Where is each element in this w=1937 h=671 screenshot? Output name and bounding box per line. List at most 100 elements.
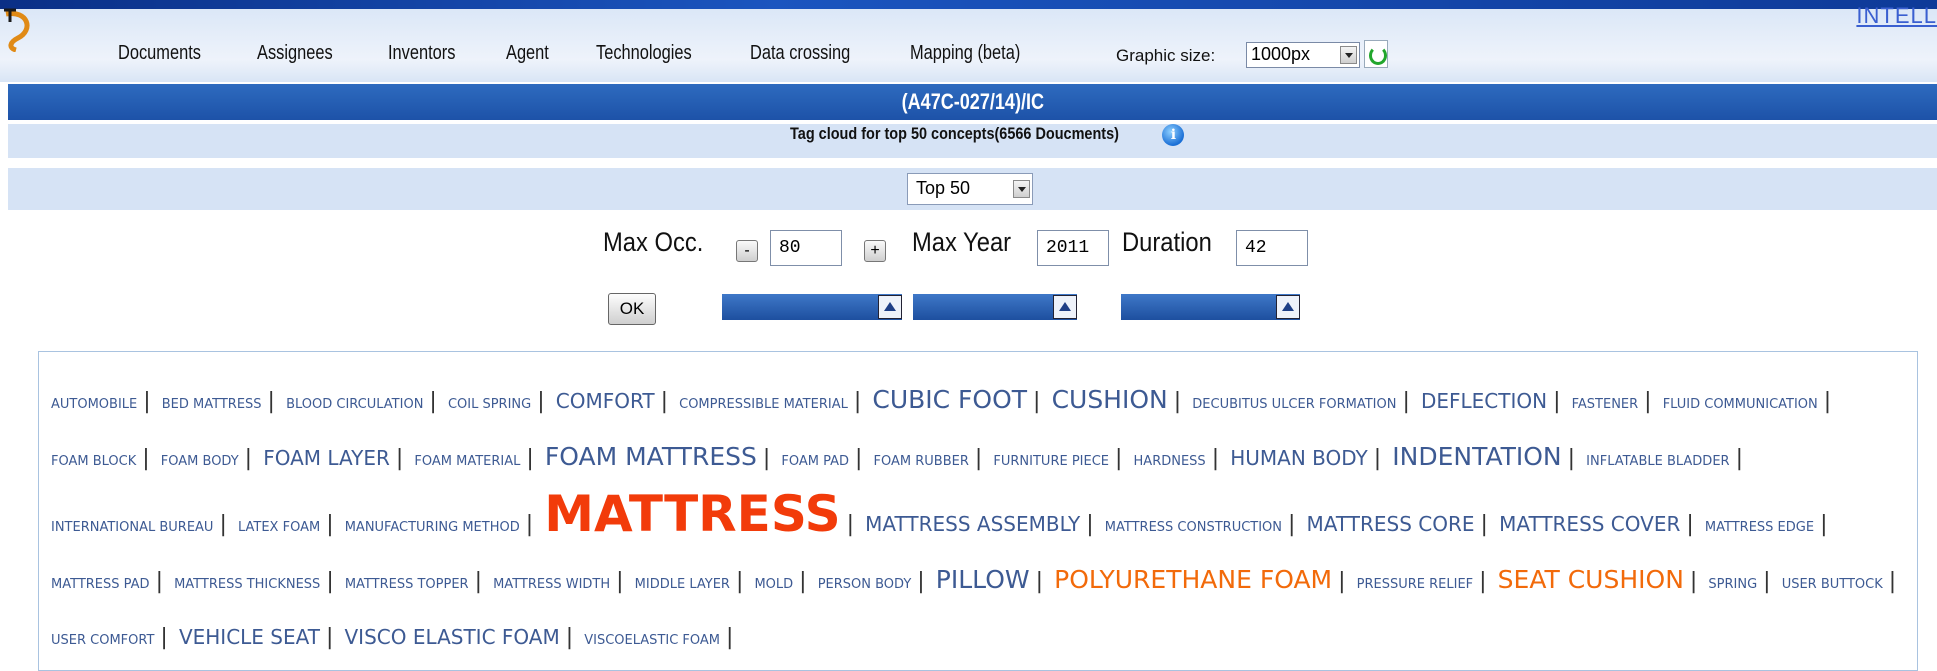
tag-link[interactable]: MIDDLE LAYER — [635, 577, 730, 592]
duration-slider[interactable] — [1121, 294, 1300, 320]
tag-separator: | — [325, 625, 334, 650]
tag-separator: | — [853, 389, 862, 414]
tag-link[interactable]: COMFORT — [556, 389, 655, 413]
tag-separator: | — [160, 625, 168, 650]
tag-separator: | — [1763, 569, 1771, 594]
tag-link[interactable]: MATTRESS ASSEMBLY — [865, 512, 1080, 536]
tag-link[interactable]: FOAM BLOCK — [51, 454, 136, 469]
tag-link[interactable]: MATTRESS — [544, 485, 840, 543]
tag-separator: | — [244, 446, 253, 471]
increment-button[interactable]: + — [864, 240, 886, 262]
tag-link[interactable]: MATTRESS THICKNESS — [174, 577, 320, 592]
tag-separator: | — [735, 569, 744, 594]
chevron-down-icon[interactable] — [1340, 46, 1357, 64]
main-nav: Documents Assignees Inventors Agent Tech… — [0, 42, 1937, 74]
tag-link[interactable]: VEHICLE SEAT — [179, 625, 320, 649]
tag-link[interactable]: CUBIC FOOT — [872, 385, 1027, 414]
duration-label: Duration — [1122, 227, 1212, 257]
tag-link[interactable]: MATTRESS WIDTH — [493, 577, 610, 592]
tag-link[interactable]: FOAM RUBBER — [874, 454, 969, 469]
tag-link[interactable]: MATTRESS EDGE — [1705, 520, 1814, 535]
tag-link[interactable]: FASTENER — [1572, 397, 1639, 412]
tag-link[interactable]: MATTRESS PAD — [51, 577, 150, 592]
tag-link[interactable]: LATEX FOAM — [238, 520, 320, 535]
slider-handle-icon[interactable] — [1276, 295, 1300, 319]
nav-mapping-beta[interactable]: Mapping (beta) — [910, 42, 1020, 65]
tag-link[interactable]: USER COMFORT — [51, 633, 154, 648]
tag-link[interactable]: FOAM BODY — [161, 454, 239, 469]
tag-link[interactable]: MOLD — [754, 577, 793, 592]
tag-separator: | — [267, 389, 275, 414]
tag-link[interactable]: VISCO ELASTIC FOAM — [345, 625, 560, 649]
tag-link[interactable]: FOAM MATTRESS — [545, 442, 757, 471]
tag-cloud-panel: AUTOMOBILE | BED MATTRESS | BLOOD CIRCULAT… — [38, 351, 1918, 671]
duration-input[interactable]: 42 — [1236, 230, 1308, 266]
chevron-down-icon[interactable] — [1013, 180, 1030, 198]
tag-link[interactable]: PERSON BODY — [818, 577, 912, 592]
tag-link[interactable]: INDENTATION — [1392, 442, 1561, 471]
tag-link[interactable]: AUTOMOBILE — [51, 397, 137, 412]
tag-link[interactable]: FURNITURE PIECE — [993, 454, 1109, 469]
tag-link[interactable]: FOAM MATERIAL — [414, 454, 520, 469]
tag-link[interactable]: COIL SPRING — [448, 397, 531, 412]
tag-link[interactable]: MATTRESS CONSTRUCTION — [1105, 520, 1282, 535]
max-year-input[interactable]: 2011 — [1037, 230, 1109, 266]
tag-link[interactable]: PRESSURE RELIEF — [1357, 577, 1474, 592]
decrement-button[interactable]: - — [736, 240, 758, 262]
refresh-icon[interactable] — [1364, 40, 1388, 68]
ok-button[interactable]: OK — [608, 293, 656, 325]
tag-separator: | — [326, 569, 334, 594]
tag-link[interactable]: COMPRESSIBLE MATERIAL — [679, 397, 848, 412]
tag-link[interactable]: HARDNESS — [1134, 454, 1206, 469]
nav-inventors[interactable]: Inventors — [388, 42, 455, 65]
nav-assignees[interactable]: Assignees — [257, 42, 333, 65]
graphic-size-select[interactable]: 1000px — [1246, 42, 1360, 68]
tag-link[interactable]: DEFLECTION — [1421, 389, 1547, 413]
tag-separator: | — [1338, 569, 1346, 594]
tag-link[interactable]: INFLATABLE BLADDER — [1586, 454, 1729, 469]
tag-link[interactable]: BED MATTRESS — [162, 397, 262, 412]
tag-link[interactable]: SEAT CUSHION — [1498, 565, 1684, 594]
tag-cloud: AUTOMOBILE | BED MATTRESS | BLOOD CIRCULAT… — [51, 374, 1906, 667]
tag-link[interactable]: USER BUTTOCK — [1782, 577, 1883, 592]
tag-separator: | — [1402, 389, 1410, 414]
tag-link[interactable]: VISCOELASTIC FOAM — [584, 633, 720, 648]
tag-link[interactable]: FOAM PAD — [781, 454, 849, 469]
slider-handle-icon[interactable] — [878, 295, 902, 319]
tag-link[interactable]: MATTRESS TOPPER — [345, 577, 469, 592]
tag-separator: | — [1211, 446, 1220, 471]
tag-link[interactable]: DECUBITUS ULCER FORMATION — [1192, 397, 1396, 412]
top-n-select[interactable]: Top 50 — [907, 173, 1033, 205]
max-year-slider[interactable] — [913, 294, 1077, 320]
tag-link[interactable]: INTERNATIONAL BUREAU — [51, 520, 213, 535]
tag-link[interactable]: POLYURETHANE FOAM — [1054, 565, 1332, 594]
tag-separator: | — [1888, 569, 1897, 594]
nav-agent[interactable]: Agent — [506, 42, 549, 65]
tag-link[interactable]: MATTRESS COVER — [1499, 512, 1680, 536]
tag-link[interactable]: BLOOD CIRCULATION — [286, 397, 423, 412]
max-occ-slider[interactable] — [722, 294, 902, 320]
tag-separator: | — [537, 389, 545, 414]
max-occ-input[interactable]: 80 — [770, 230, 842, 266]
tag-separator: | — [726, 625, 734, 650]
tag-separator: | — [846, 512, 855, 537]
tag-separator: | — [1567, 446, 1576, 471]
nav-documents[interactable]: Documents — [118, 42, 201, 65]
tag-link[interactable]: FOAM LAYER — [263, 446, 390, 470]
nav-data-crossing[interactable]: Data crossing — [750, 42, 850, 65]
tag-link[interactable]: MATTRESS CORE — [1307, 512, 1475, 536]
tag-separator: | — [326, 512, 334, 537]
slider-handle-icon[interactable] — [1053, 295, 1077, 319]
tag-link[interactable]: FLUID COMMUNICATION — [1663, 397, 1818, 412]
brand-link[interactable]: INTELL — [1856, 3, 1937, 29]
tag-separator: | — [1820, 512, 1828, 537]
tag-separator: | — [1480, 512, 1488, 537]
nav-technologies[interactable]: Technologies — [596, 42, 692, 65]
tag-link[interactable]: MANUFACTURING METHOD — [345, 520, 520, 535]
tag-link[interactable]: PILLOW — [936, 565, 1030, 594]
tag-link[interactable]: CUSHION — [1052, 385, 1168, 414]
tag-separator: | — [855, 446, 863, 471]
info-icon[interactable]: i — [1162, 124, 1185, 146]
tag-link[interactable]: SPRING — [1708, 577, 1757, 592]
tag-link[interactable]: HUMAN BODY — [1230, 446, 1368, 470]
